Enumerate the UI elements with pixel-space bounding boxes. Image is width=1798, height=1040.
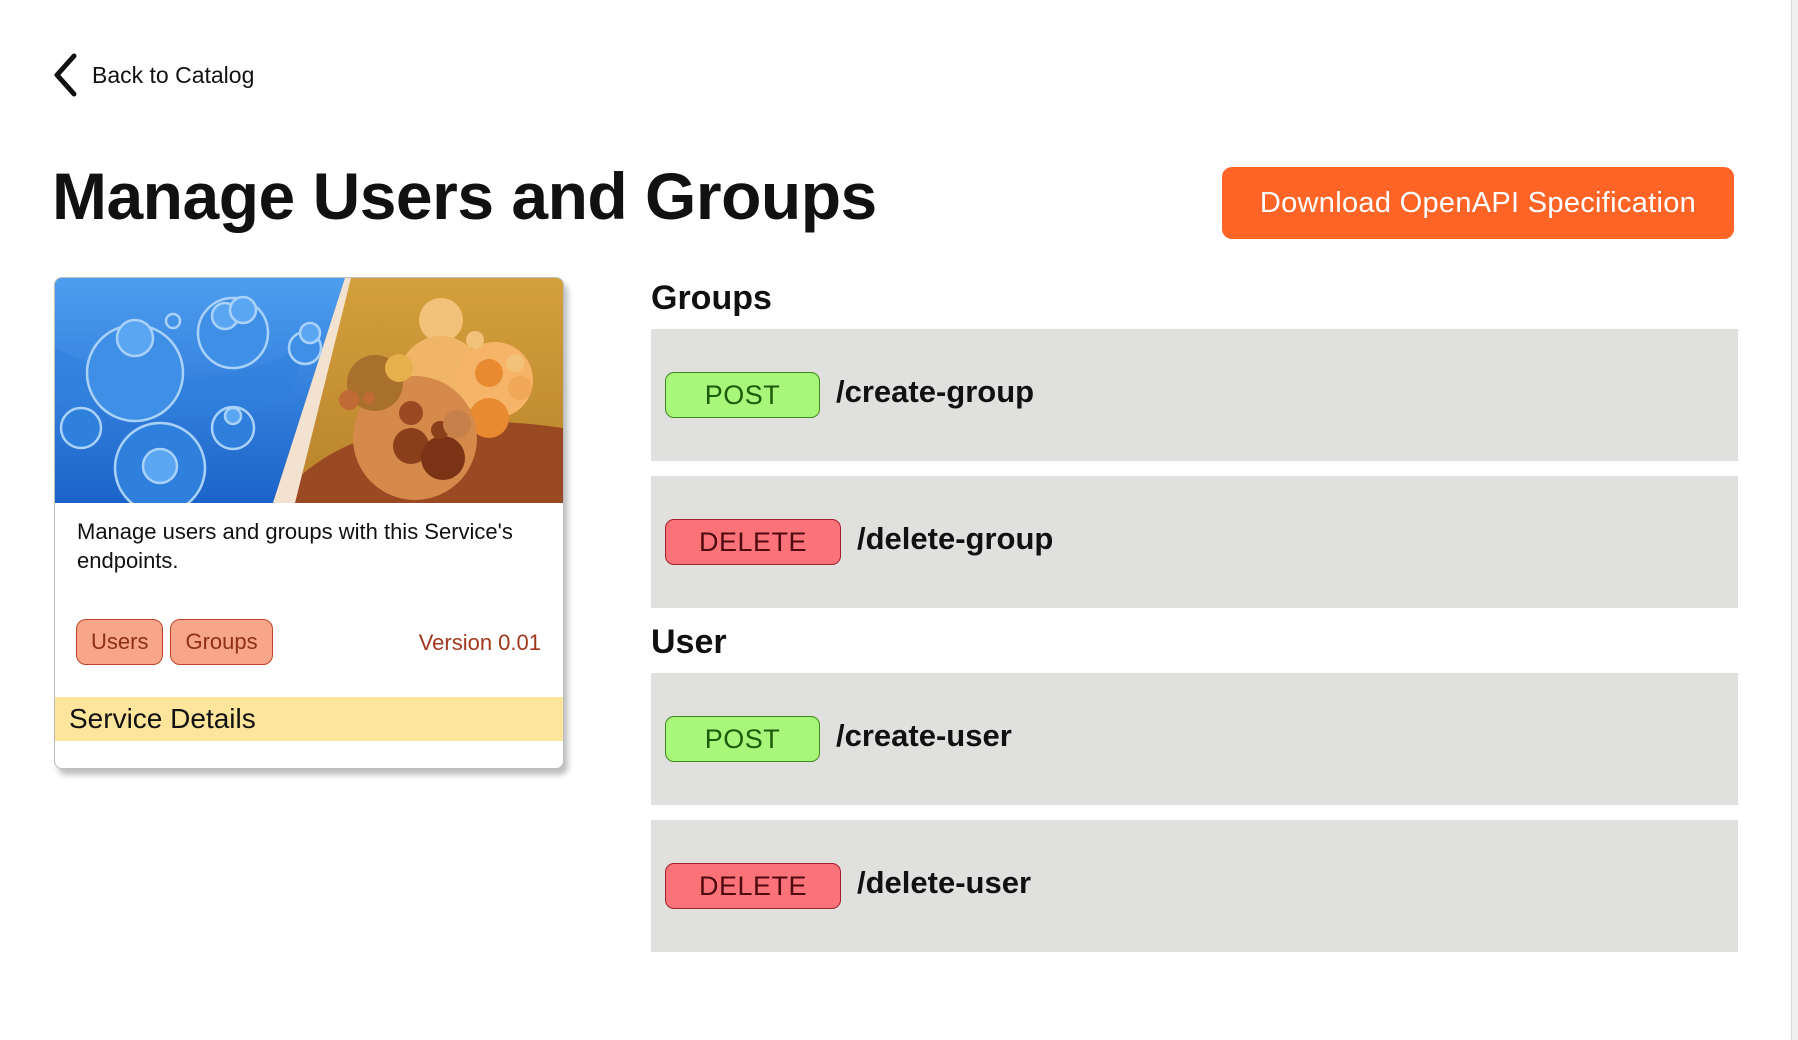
tag-groups[interactable]: Groups (170, 619, 273, 665)
service-version: Version 0.01 (418, 630, 541, 655)
window-edge (1791, 0, 1798, 1040)
service-illustration (55, 278, 563, 515)
section-title-user: User (651, 623, 727, 661)
download-openapi-button[interactable]: Download OpenAPI Specification (1222, 167, 1734, 239)
service-details-button[interactable]: Service Details (55, 697, 563, 741)
chevron-left-icon (52, 52, 80, 98)
service-description: Manage users and groups with this Servic… (77, 519, 513, 573)
service-details-label: Service Details (69, 703, 256, 734)
method-badge-post: POST (665, 372, 820, 418)
back-link-label: Back to Catalog (92, 61, 255, 88)
endpoint-path: /create-user (836, 718, 1012, 753)
endpoint-path: /create-group (836, 374, 1035, 409)
endpoint-row-create-user[interactable]: POST /create-user (651, 673, 1738, 805)
section-title-groups: Groups (651, 279, 772, 317)
service-card: Manage users and groups with this Servic… (54, 277, 564, 769)
tag-users[interactable]: Users (76, 619, 164, 665)
service-detail-page: Back to Catalog Manage Users and Groups … (0, 0, 1798, 1040)
method-badge-delete: DELETE (665, 519, 841, 565)
method-badge-delete: DELETE (665, 863, 841, 909)
endpoint-row-delete-user[interactable]: DELETE /delete-user (651, 820, 1738, 952)
back-to-catalog-link[interactable]: Back to Catalog (52, 52, 254, 98)
endpoint-path: /delete-group (857, 521, 1054, 556)
tag-list: Users Groups (76, 619, 273, 665)
endpoint-row-delete-group[interactable]: DELETE /delete-group (651, 476, 1738, 608)
endpoint-row-create-group[interactable]: POST /create-group (651, 329, 1738, 461)
page-title: Manage Users and Groups (52, 159, 877, 233)
endpoint-path: /delete-user (857, 865, 1032, 900)
method-badge-post: POST (665, 716, 820, 762)
